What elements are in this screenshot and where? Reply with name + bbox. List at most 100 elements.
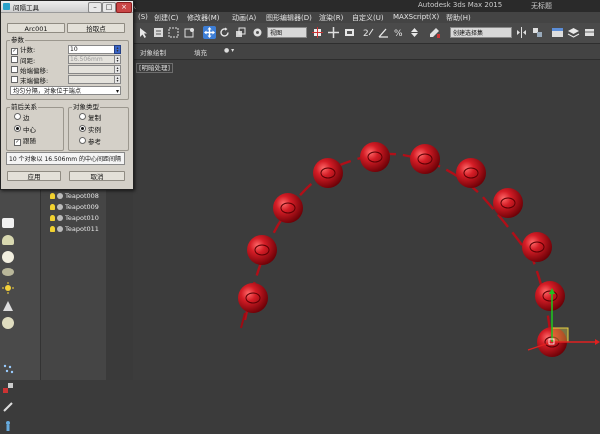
count-input[interactable]: 10 — [68, 45, 115, 54]
box-tool-icon[interactable] — [2, 218, 14, 228]
pivot-center-icon[interactable] — [311, 26, 324, 39]
helper-tool-icon[interactable] — [2, 401, 14, 413]
distribution-dropdown[interactable]: 均匀分隔，对象位于端点 ▾ — [10, 86, 121, 95]
percent-snap-icon[interactable]: % — [393, 26, 406, 39]
pick-path-button[interactable]: Arc001 — [7, 23, 65, 33]
named-selection-edit-icon[interactable] — [428, 26, 441, 39]
teapot-instance[interactable] — [522, 232, 552, 262]
reference-radio[interactable] — [79, 137, 86, 144]
reference-coordinate-dropdown[interactable]: 视图 — [267, 27, 307, 38]
select-manipulate-icon[interactable] — [327, 26, 340, 39]
graphite-toolbar-icon[interactable] — [583, 26, 596, 39]
select-object-icon[interactable] — [137, 26, 150, 39]
teapot-instance[interactable] — [456, 158, 486, 188]
geosphere-tool-icon[interactable] — [2, 317, 14, 329]
spinner-snap-icon[interactable] — [408, 26, 421, 39]
light-bulb-icon[interactable] — [50, 226, 55, 232]
end-offset-input[interactable]: 0.0mm — [68, 75, 115, 84]
torus-tool-icon[interactable] — [2, 268, 14, 276]
teapot-instance[interactable] — [360, 142, 390, 172]
teapot-instances — [238, 142, 567, 357]
app-title: Autodesk 3ds Max 2015 — [418, 1, 503, 9]
named-selection-sets-dropdown[interactable]: 创建选择集 — [450, 27, 512, 38]
context-centers-option[interactable]: 中心 — [14, 125, 36, 134]
cancel-button[interactable]: 取消 — [69, 171, 125, 181]
end-offset-checkbox[interactable] — [11, 76, 18, 83]
angle-snap-icon[interactable] — [377, 26, 390, 39]
teapot-instance[interactable] — [247, 235, 277, 265]
reference-coordinate-icon[interactable] — [251, 26, 264, 39]
edges-radio[interactable] — [14, 113, 21, 120]
menu-item-modifiers[interactable]: 修改器(M) — [187, 13, 220, 23]
menu-item-maxscript[interactable]: MAXScript(X) — [393, 13, 439, 21]
start-offset-spinner[interactable]: ▴ ▾ — [114, 65, 121, 74]
light-bulb-icon[interactable] — [50, 215, 55, 221]
light-bulb-icon[interactable] — [50, 204, 55, 210]
rectangular-selection-icon[interactable] — [167, 26, 180, 39]
pick-points-button[interactable]: 拾取点 — [67, 23, 125, 33]
teapot-instance[interactable] — [535, 281, 565, 311]
select-and-scale-icon[interactable] — [234, 26, 247, 39]
count-spinner[interactable]: ▴ ▾ — [114, 45, 121, 54]
count-checkbox[interactable]: ✓ — [11, 48, 18, 55]
keyboard-shortcut-override-icon[interactable] — [343, 26, 356, 39]
align-icon[interactable] — [531, 26, 544, 39]
type-copy-option[interactable]: 复制 — [79, 113, 101, 122]
start-offset-input[interactable]: 0.0mm — [68, 65, 115, 74]
teapot-instance[interactable] — [313, 158, 343, 188]
start-offset-checkbox[interactable] — [11, 66, 18, 73]
select-and-rotate-icon[interactable] — [218, 26, 231, 39]
menu-item-select[interactable]: (S) — [138, 13, 148, 21]
dome-tool-icon[interactable] — [2, 235, 14, 245]
select-by-name-icon[interactable] — [152, 26, 165, 39]
instance-radio[interactable] — [79, 125, 86, 132]
menu-item-create[interactable]: 创建(C) — [154, 13, 178, 23]
toggle-scene-explorer-icon[interactable] — [551, 26, 564, 39]
mirror-icon[interactable] — [515, 26, 528, 39]
perspective-viewport[interactable]: [明暗处理] — [133, 60, 600, 380]
menu-item-rendering[interactable]: 渲染(R) — [319, 13, 343, 23]
maximize-button[interactable]: □ — [102, 2, 116, 13]
snaps-toggle-icon[interactable]: 2 — [362, 26, 375, 39]
select-and-move-icon[interactable] — [203, 26, 216, 39]
light-bulb-icon[interactable] — [50, 193, 55, 199]
type-reference-option[interactable]: 参考 — [79, 137, 101, 146]
spacing-checkbox[interactable] — [11, 56, 18, 63]
system-tool-icon[interactable] — [2, 382, 14, 394]
tab-object-paint[interactable]: 对象绘制 — [140, 47, 166, 57]
context-edges-option[interactable]: 边 — [14, 113, 30, 122]
spacing-input[interactable]: 16.506mm — [68, 55, 115, 64]
scene-item-teapot009[interactable]: Teapot009 — [50, 203, 99, 212]
centers-radio[interactable] — [14, 125, 21, 132]
walk-tool-icon[interactable] — [2, 420, 14, 432]
menu-item-customize[interactable]: 自定义(U) — [352, 13, 384, 23]
copy-radio[interactable] — [79, 113, 86, 120]
scene-item-teapot010[interactable]: Teapot010 — [50, 214, 99, 223]
tab-populate[interactable]: 填充 — [194, 47, 207, 57]
apply-button[interactable]: 应用 — [7, 171, 61, 181]
cone-tool-icon[interactable] — [2, 300, 14, 312]
teapot-instance[interactable] — [238, 283, 268, 329]
minimize-button[interactable]: – — [88, 2, 102, 13]
context-follow-option[interactable]: ✓ 跟随 — [14, 137, 36, 146]
teapot-instance[interactable] — [410, 144, 440, 174]
close-button[interactable]: × — [116, 2, 132, 13]
particle-tool-icon[interactable] — [2, 363, 14, 375]
end-offset-spinner[interactable]: ▴ ▾ — [114, 75, 121, 84]
scene-item-teapot008[interactable]: Teapot008 — [50, 192, 99, 201]
menu-item-help[interactable]: 帮助(H) — [446, 13, 471, 23]
layer-explorer-icon[interactable] — [567, 26, 580, 39]
light-tool-icon[interactable] — [2, 282, 14, 294]
window-crossing-icon[interactable] — [183, 26, 196, 39]
sphere-tool-icon[interactable] — [2, 251, 14, 263]
dialog-title-bar[interactable]: 间隔工具 – □ × — [1, 1, 133, 13]
ribbon-options-icon[interactable]: ● ▾ — [224, 47, 234, 54]
spacing-spinner[interactable]: ▴ ▾ — [114, 55, 121, 64]
scene-item-teapot011[interactable]: Teapot011 — [50, 225, 99, 234]
teapot-instance[interactable] — [493, 188, 523, 218]
teapot-instance[interactable] — [273, 193, 303, 223]
menu-item-animation[interactable]: 动画(A) — [232, 13, 256, 23]
menu-item-graph-editors[interactable]: 图形编辑器(D) — [266, 13, 312, 23]
type-instance-option[interactable]: 实例 — [79, 125, 101, 134]
follow-checkbox[interactable]: ✓ — [14, 139, 21, 146]
